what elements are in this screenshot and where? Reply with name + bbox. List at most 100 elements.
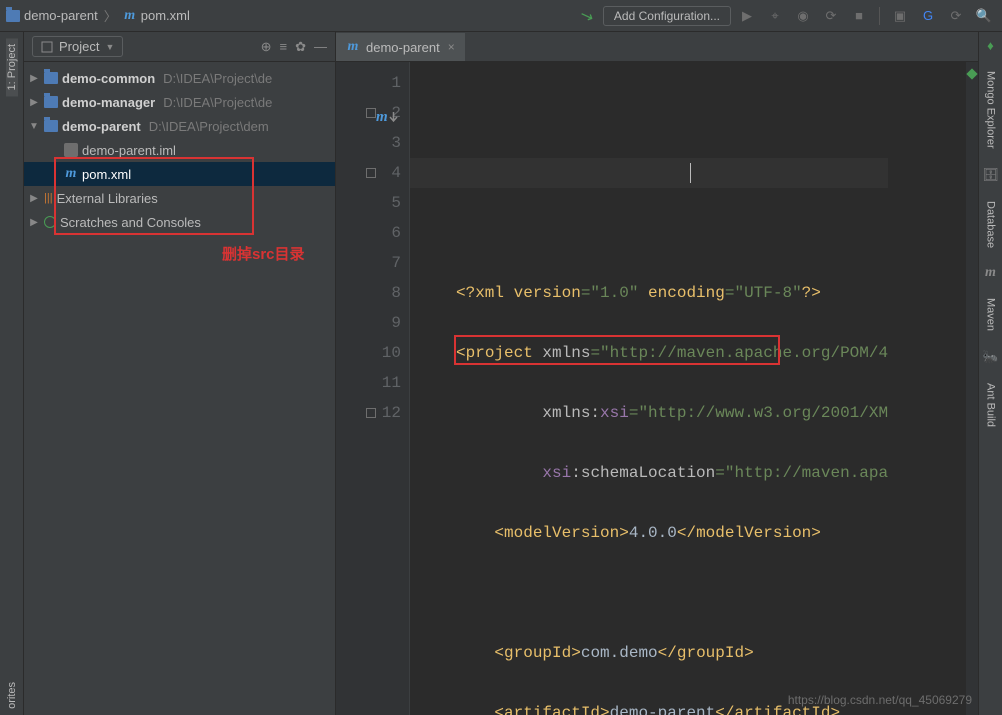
folder-icon [44, 72, 58, 84]
tree-node-common[interactable]: ▶ demo-common D:\IDEA\Project\de [24, 66, 335, 90]
ant-icon: 🐜 [982, 349, 998, 365]
expand-all-icon[interactable]: ≡ [280, 39, 288, 54]
node-path: D:\IDEA\Project\de [163, 71, 272, 86]
hide-panel-icon[interactable]: — [314, 39, 327, 54]
stop-button[interactable]: ■ [847, 4, 871, 28]
breadcrumb-root[interactable]: demo-parent [6, 8, 98, 23]
coverage-button[interactable]: ◉ [791, 4, 815, 28]
breadcrumb-root-label: demo-parent [24, 8, 98, 23]
close-icon[interactable]: × [446, 40, 457, 54]
gear-icon[interactable]: ✿ [295, 39, 306, 55]
node-label: demo-parent.iml [82, 143, 176, 158]
sync-button[interactable]: ⟳ [944, 4, 968, 28]
favorites-tool-button[interactable]: orites [6, 676, 18, 715]
editor-tab-bar: m demo-parent × [336, 32, 978, 62]
node-label: pom.xml [82, 167, 131, 182]
line-number: 8 [336, 278, 401, 308]
run-button[interactable]: ▶ [735, 4, 759, 28]
arrow-right-icon: ▶ [28, 73, 40, 84]
tree-node-manager[interactable]: ▶ demo-manager D:\IDEA\Project\de [24, 90, 335, 114]
arrow-down-icon: ▼ [28, 121, 40, 132]
folder-icon [44, 120, 58, 132]
project-view-selector[interactable]: Project ▼ [32, 36, 123, 57]
line-number: 3 [336, 128, 401, 158]
cursor-line-highlight [410, 158, 888, 188]
line-number: 9 [336, 308, 401, 338]
arrow-right-icon: ▶ [28, 217, 40, 228]
scratches-icon [44, 216, 56, 228]
project-panel: Project ▼ ⊕ ≡ ✿ — ▶ demo-common D:\IDEA\… [24, 32, 336, 715]
annotation-text: 删掉src目录 [222, 243, 305, 264]
code-view[interactable]: m <?xml version="1.0" encoding="UTF-8"?>… [410, 62, 888, 715]
line-number: 6 [336, 218, 401, 248]
editor-tab-demo-parent[interactable]: m demo-parent × [336, 33, 465, 61]
maven-tool-button[interactable]: Maven [985, 292, 997, 337]
project-tree[interactable]: ▶ demo-common D:\IDEA\Project\de ▶ demo-… [24, 62, 335, 238]
node-label: demo-parent [62, 119, 141, 134]
breadcrumb-file-label: pom.xml [141, 8, 190, 23]
node-label: Scratches and Consoles [60, 215, 201, 230]
breadcrumb-sep: 〉 [104, 6, 117, 25]
watermark: https://blog.csdn.net/qq_45069279 [788, 693, 972, 707]
line-number: 11 [336, 368, 401, 398]
node-label: demo-common [62, 71, 155, 86]
project-tool-button[interactable]: 1: Project [6, 38, 18, 96]
debug-button[interactable]: ⌖ [763, 4, 787, 28]
vcs-button[interactable]: ▣ [888, 4, 912, 28]
node-label: External Libraries [57, 191, 158, 206]
maven-file-icon: m [123, 9, 137, 23]
left-tool-strip: 1: Project orites [0, 32, 24, 715]
text-caret [690, 163, 691, 183]
toolbar-right: ↘ Add Configuration... ▶ ⌖ ◉ ⟳ ■ ▣ G ⟳ 🔍 [575, 4, 996, 28]
mongo-tool-button[interactable]: Mongo Explorer [985, 65, 997, 155]
fold-marker[interactable] [366, 168, 376, 178]
leaf-icon: ♦ [987, 38, 994, 53]
search-everywhere-button[interactable]: 🔍 [972, 4, 996, 28]
right-tool-strip: ♦ Mongo Explorer 🗄 Database m Maven 🐜 An… [978, 32, 1002, 715]
error-stripe[interactable] [966, 62, 978, 715]
node-path: D:\IDEA\Project\dem [149, 119, 269, 134]
gutter: 1 2 3 4 5 6 7 8 9 10 11 12 [336, 62, 410, 715]
tree-node-scratches[interactable]: ▶ Scratches and Consoles [24, 210, 335, 234]
maven-file-icon: m [346, 40, 360, 54]
node-label: demo-manager [62, 95, 155, 110]
arrow-right-icon: ▶ [28, 97, 40, 108]
tree-node-parent[interactable]: ▼ demo-parent D:\IDEA\Project\dem [24, 114, 335, 138]
line-number: 5 [336, 188, 401, 218]
tree-node-external-libs[interactable]: ▶ ||| External Libraries [24, 186, 335, 210]
annotation-box-code [454, 335, 780, 365]
locate-icon[interactable]: ⊕ [261, 39, 272, 55]
tree-node-pom[interactable]: m pom.xml [24, 162, 335, 186]
editor-area: m demo-parent × 1 2 3 4 5 6 7 8 9 10 11 … [336, 32, 978, 715]
translate-button[interactable]: G [916, 4, 940, 28]
iml-icon [64, 143, 78, 157]
editor-tab-label: demo-parent [366, 40, 440, 55]
maven-icon: m [984, 266, 998, 280]
ant-tool-button[interactable]: Ant Build [985, 377, 997, 433]
breadcrumb-file[interactable]: m pom.xml [123, 8, 190, 23]
node-path: D:\IDEA\Project\de [163, 95, 272, 110]
fold-marker[interactable] [366, 408, 376, 418]
database-tool-button[interactable]: Database [985, 195, 997, 254]
tree-node-iml[interactable]: demo-parent.iml [24, 138, 335, 162]
add-configuration-button[interactable]: Add Configuration... [603, 6, 731, 26]
arrow-right-icon: ▶ [28, 193, 40, 204]
folder-icon [6, 10, 20, 22]
line-number: 1 [336, 68, 401, 98]
maven-file-icon: m [64, 167, 78, 181]
project-panel-header: Project ▼ ⊕ ≡ ✿ — [24, 32, 335, 62]
hammer-icon: ↘ [577, 4, 596, 27]
editor-body[interactable]: 1 2 3 4 5 6 7 8 9 10 11 12 m <?xml versi… [336, 62, 978, 715]
divider [879, 7, 880, 25]
line-number: 7 [336, 248, 401, 278]
project-selector-icon [41, 41, 53, 53]
breadcrumb: demo-parent 〉 m pom.xml [6, 6, 575, 25]
build-button[interactable]: ↘ [575, 4, 599, 28]
folder-icon [44, 96, 58, 108]
profile-button[interactable]: ⟳ [819, 4, 843, 28]
fold-marker[interactable] [366, 108, 376, 118]
maven-goto-icon[interactable]: m [376, 102, 398, 132]
line-number: 10 [336, 338, 401, 368]
chevron-down-icon: ▼ [105, 42, 114, 52]
top-toolbar: demo-parent 〉 m pom.xml ↘ Add Configurat… [0, 0, 1002, 32]
